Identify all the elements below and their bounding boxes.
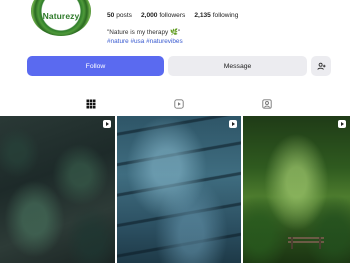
- add-person-button[interactable]: [311, 56, 331, 76]
- avatar-logo-text: Naturezy: [42, 11, 80, 21]
- bio-hashtags[interactable]: #nature #usa #naturevibes: [107, 37, 183, 46]
- follow-button[interactable]: Follow: [27, 56, 164, 76]
- post-tile-forest-floor[interactable]: [0, 116, 115, 263]
- followers-stat[interactable]: 2,000 followers: [141, 12, 185, 19]
- message-button[interactable]: Message: [168, 56, 307, 76]
- post-tile-blue-steps[interactable]: [117, 116, 241, 263]
- video-icon: [338, 120, 346, 128]
- tab-reels[interactable]: [173, 98, 185, 110]
- profile-avatar[interactable]: Naturezy: [31, 0, 91, 36]
- reels-icon: [174, 99, 184, 109]
- post-grid: [0, 116, 350, 263]
- bench-shape: [288, 237, 324, 249]
- video-icon: [103, 120, 111, 128]
- tagged-icon: [262, 99, 272, 109]
- profile-tabs: [0, 98, 350, 113]
- video-icon: [229, 120, 237, 128]
- following-stat[interactable]: 2,135 following: [194, 12, 238, 19]
- tab-posts[interactable]: [85, 98, 97, 110]
- posts-stat[interactable]: 50 posts: [107, 12, 132, 19]
- add-person-icon: [316, 62, 326, 70]
- grid-icon: [86, 99, 96, 109]
- post-tile-green-forest[interactable]: [243, 116, 350, 263]
- profile-stats: 50 posts 2,000 followers 2,135 following: [107, 12, 238, 19]
- bio-text: "Nature is my therapy 🌿": [107, 29, 181, 36]
- profile-bio: "Nature is my therapy 🌿" #nature #usa #n…: [107, 28, 183, 46]
- tab-tagged[interactable]: [261, 98, 273, 110]
